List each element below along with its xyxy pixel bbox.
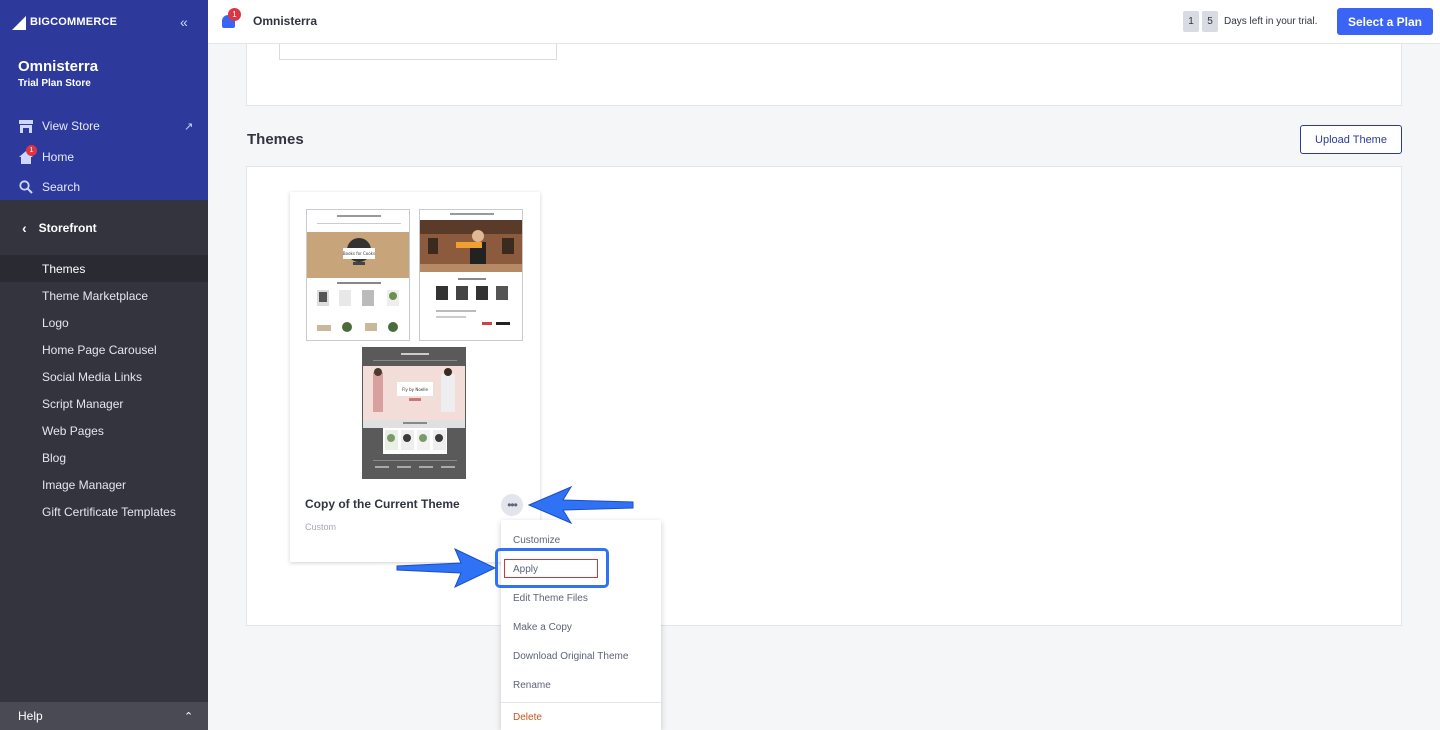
menu-item-rename[interactable]: Rename — [501, 671, 661, 700]
sidebar-item-theme-marketplace[interactable]: Theme Marketplace — [0, 282, 208, 309]
search-link[interactable]: Search — [18, 177, 80, 197]
store-plan: Trial Plan Store — [18, 78, 91, 89]
sidebar-item-logo[interactable]: Logo — [0, 309, 208, 336]
menu-item-make-a-copy[interactable]: Make a Copy — [501, 613, 661, 642]
theme-preview-dark: Fly by Noelle — [362, 347, 466, 479]
sidebar-item-social-media-links[interactable]: Social Media Links — [0, 363, 208, 390]
storefront-icon — [18, 118, 34, 134]
apply-highlight-annotation — [495, 548, 609, 588]
notification-badge: 1 — [228, 8, 241, 21]
select-plan-button[interactable]: Select a Plan — [1337, 8, 1433, 35]
topbar-store-name: Omnisterra — [253, 14, 318, 28]
arrow-to-apply-icon — [396, 547, 497, 589]
sidebar-header: BIGCOMMERCE « Omnisterra Trial Plan Stor… — [0, 0, 208, 200]
more-options-icon[interactable]: ••• — [501, 494, 523, 516]
sidebar-item-home-page-carousel[interactable]: Home Page Carousel — [0, 336, 208, 363]
theme-preview-desktop-alt — [419, 209, 523, 341]
theme-name: Copy of the Current Theme — [305, 497, 460, 511]
menu-item-delete[interactable]: Delete — [501, 702, 661, 730]
home-icon: 1 — [18, 145, 37, 165]
sidebar-item-web-pages[interactable]: Web Pages — [0, 417, 208, 444]
trial-digit: 1 — [1183, 11, 1199, 32]
home-badge: 1 — [26, 145, 37, 156]
arrow-to-options-icon — [527, 485, 634, 525]
storefront-menu: Themes Theme Marketplace Logo Home Page … — [0, 255, 208, 525]
collapse-sidebar-icon[interactable]: « — [180, 14, 188, 30]
current-theme-card — [246, 44, 1402, 106]
sidebar-item-themes[interactable]: Themes — [0, 255, 208, 282]
home-link[interactable]: 1 Home — [18, 145, 74, 167]
external-link-icon[interactable]: ↗ — [184, 120, 193, 133]
sidebar: BIGCOMMERCE « Omnisterra Trial Plan Stor… — [0, 0, 208, 730]
theme-card[interactable]: Books for Cooks Fly by Noelle Copy of th… — [290, 192, 540, 562]
sidebar-item-script-manager[interactable]: Script Manager — [0, 390, 208, 417]
storefront-section-back[interactable]: ‹ Storefront — [0, 211, 208, 245]
upload-theme-button[interactable]: Upload Theme — [1300, 125, 1402, 154]
view-store-link[interactable]: View Store ↗ — [18, 116, 193, 136]
themes-heading: Themes — [247, 131, 304, 148]
trial-digit: 5 — [1202, 11, 1218, 32]
chevron-up-icon: ⌃ — [184, 710, 194, 723]
svg-text:Fly by Noelle: Fly by Noelle — [402, 387, 428, 392]
sidebar-item-blog[interactable]: Blog — [0, 444, 208, 471]
sidebar-item-gift-certificate-templates[interactable]: Gift Certificate Templates — [0, 498, 208, 525]
help-bar[interactable]: Help ⌃ — [0, 702, 208, 730]
search-icon — [18, 179, 34, 195]
bigcommerce-logo[interactable]: BIGCOMMERCE — [12, 12, 132, 32]
current-theme-preview — [279, 44, 557, 60]
svg-text:Books for Cooks: Books for Cooks — [343, 251, 375, 256]
top-bar: 1 Omnisterra 1 5 Days left in your trial… — [208, 0, 1440, 44]
logo-mark-icon — [12, 14, 28, 30]
trial-text: Days left in your trial. — [1224, 16, 1318, 27]
trial-countdown: 1 5 Days left in your trial. — [1183, 11, 1317, 32]
theme-preview-desktop: Books for Cooks — [306, 209, 410, 341]
menu-item-edit-theme-files[interactable]: Edit Theme Files — [501, 584, 661, 613]
menu-item-download-original-theme[interactable]: Download Original Theme — [501, 642, 661, 671]
theme-type: Custom — [305, 522, 337, 532]
sidebar-item-image-manager[interactable]: Image Manager — [0, 471, 208, 498]
store-name: Omnisterra — [18, 58, 99, 75]
chevron-left-icon: ‹ — [22, 220, 27, 236]
